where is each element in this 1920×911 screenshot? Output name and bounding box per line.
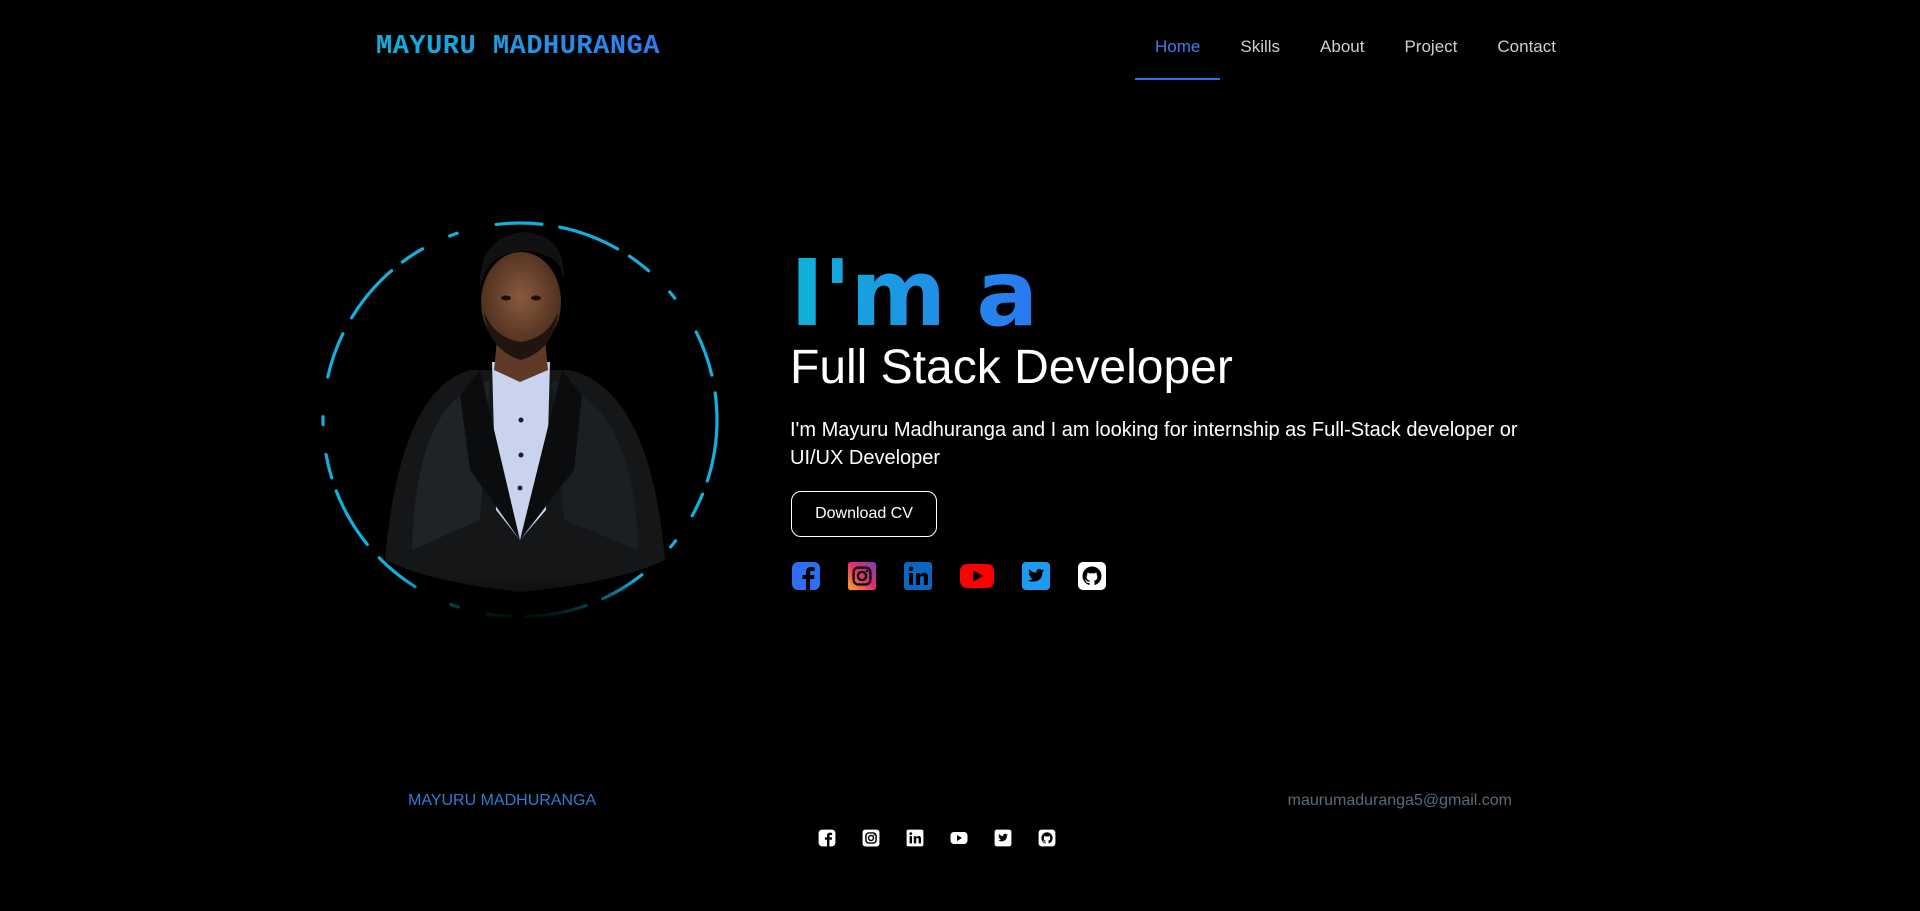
nav-home[interactable]: Home: [1134, 0, 1221, 82]
nav-about[interactable]: About: [1320, 0, 1364, 82]
hero-greeting: I'm a: [790, 240, 1038, 347]
nav-skills[interactable]: Skills: [1240, 0, 1280, 82]
footer-linkedin-icon[interactable]: [906, 829, 924, 847]
site-logo[interactable]: MAYURU MADHURANGA: [376, 32, 660, 62]
page: MAYURU MADHURANGA Home Skills About Proj…: [0, 0, 1920, 911]
youtube-icon[interactable]: [959, 561, 995, 591]
footer-name: MAYURU MADHURANGA: [408, 792, 597, 809]
main-nav: Home Skills About Project Contact: [1134, 0, 1556, 82]
hero-description: I'm Mayuru Madhuranga and I am looking f…: [790, 419, 1518, 469]
download-cv-button[interactable]: Download CV: [791, 491, 937, 537]
footer-email[interactable]: maurumaduranga5@gmail.com: [1288, 792, 1512, 810]
footer-youtube-icon[interactable]: [950, 829, 968, 847]
profile-portrait: [320, 220, 720, 620]
instagram-icon[interactable]: [847, 561, 877, 591]
nav-project[interactable]: Project: [1404, 0, 1457, 82]
twitter-icon[interactable]: [1021, 561, 1051, 591]
portrait-graphic: [320, 221, 720, 620]
footer-facebook-icon[interactable]: [818, 829, 836, 847]
social-links: [791, 561, 1107, 591]
footer-github-icon[interactable]: [1038, 829, 1056, 847]
footer-social-links: [818, 829, 1056, 847]
linkedin-icon[interactable]: [903, 561, 933, 591]
facebook-icon[interactable]: [791, 561, 821, 591]
nav-contact[interactable]: Contact: [1497, 0, 1556, 82]
footer-twitter-icon[interactable]: [994, 829, 1012, 847]
footer-instagram-icon[interactable]: [862, 829, 880, 847]
hero-role: Full Stack Developer: [790, 341, 1233, 394]
github-icon[interactable]: [1077, 561, 1107, 591]
